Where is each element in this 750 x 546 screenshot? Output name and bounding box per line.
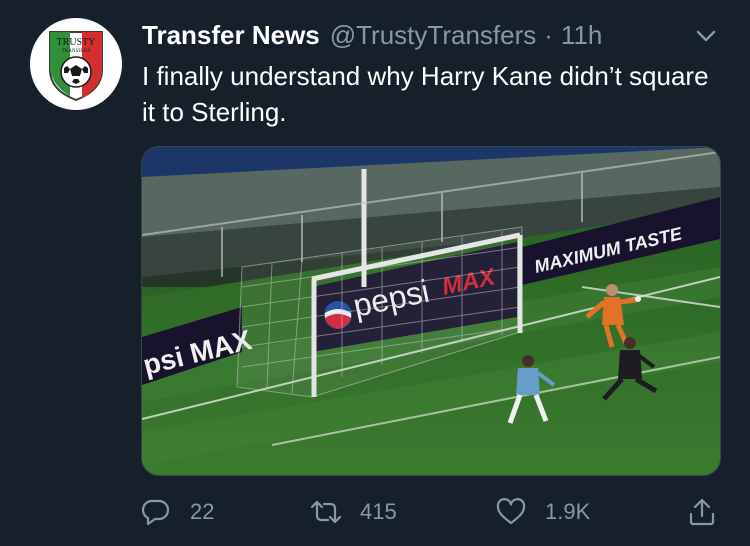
tweet-actions: 22 415 1.9K — [0, 494, 750, 530]
like-button[interactable]: 1.9K — [495, 494, 590, 530]
reply-count: 22 — [190, 499, 215, 524]
tweet-media-image[interactable]: psi MAX MAXIMUM TASTE pepsi MAX — [141, 146, 721, 476]
separator-dot: · — [544, 20, 553, 50]
avatar[interactable]: TRUSTY TRANSFERS — [30, 18, 122, 110]
trusty-transfers-logo: TRUSTY TRANSFERS — [30, 18, 122, 110]
share-icon — [689, 498, 715, 526]
tweet-card[interactable]: TRUSTY TRANSFERS Transfer News @TrustyTr… — [0, 0, 750, 546]
user-handle[interactable]: @TrustyTransfers — [330, 18, 537, 52]
tweet-text: I finally understand why Harry Kane didn… — [142, 61, 709, 127]
reply-icon — [141, 499, 170, 526]
reply-button[interactable]: 22 — [140, 494, 214, 530]
retweet-button[interactable]: 415 — [310, 494, 397, 530]
heart-icon — [496, 498, 526, 525]
logo-text-transfers: TRANSFERS — [62, 49, 91, 54]
retweet-icon — [310, 500, 342, 524]
retweet-count: 415 — [360, 499, 397, 524]
football-match-image: psi MAX MAXIMUM TASTE pepsi MAX — [142, 147, 720, 475]
share-button[interactable] — [686, 494, 718, 530]
logo-text-trusty: TRUSTY — [57, 37, 96, 48]
like-count: 1.9K — [545, 499, 591, 524]
display-name[interactable]: Transfer News — [142, 18, 320, 52]
tweet-header: Transfer News @TrustyTransfers · 11h — [142, 18, 602, 52]
chevron-down-icon[interactable] — [692, 22, 720, 50]
tweet-timestamp[interactable]: 11h — [561, 18, 602, 52]
